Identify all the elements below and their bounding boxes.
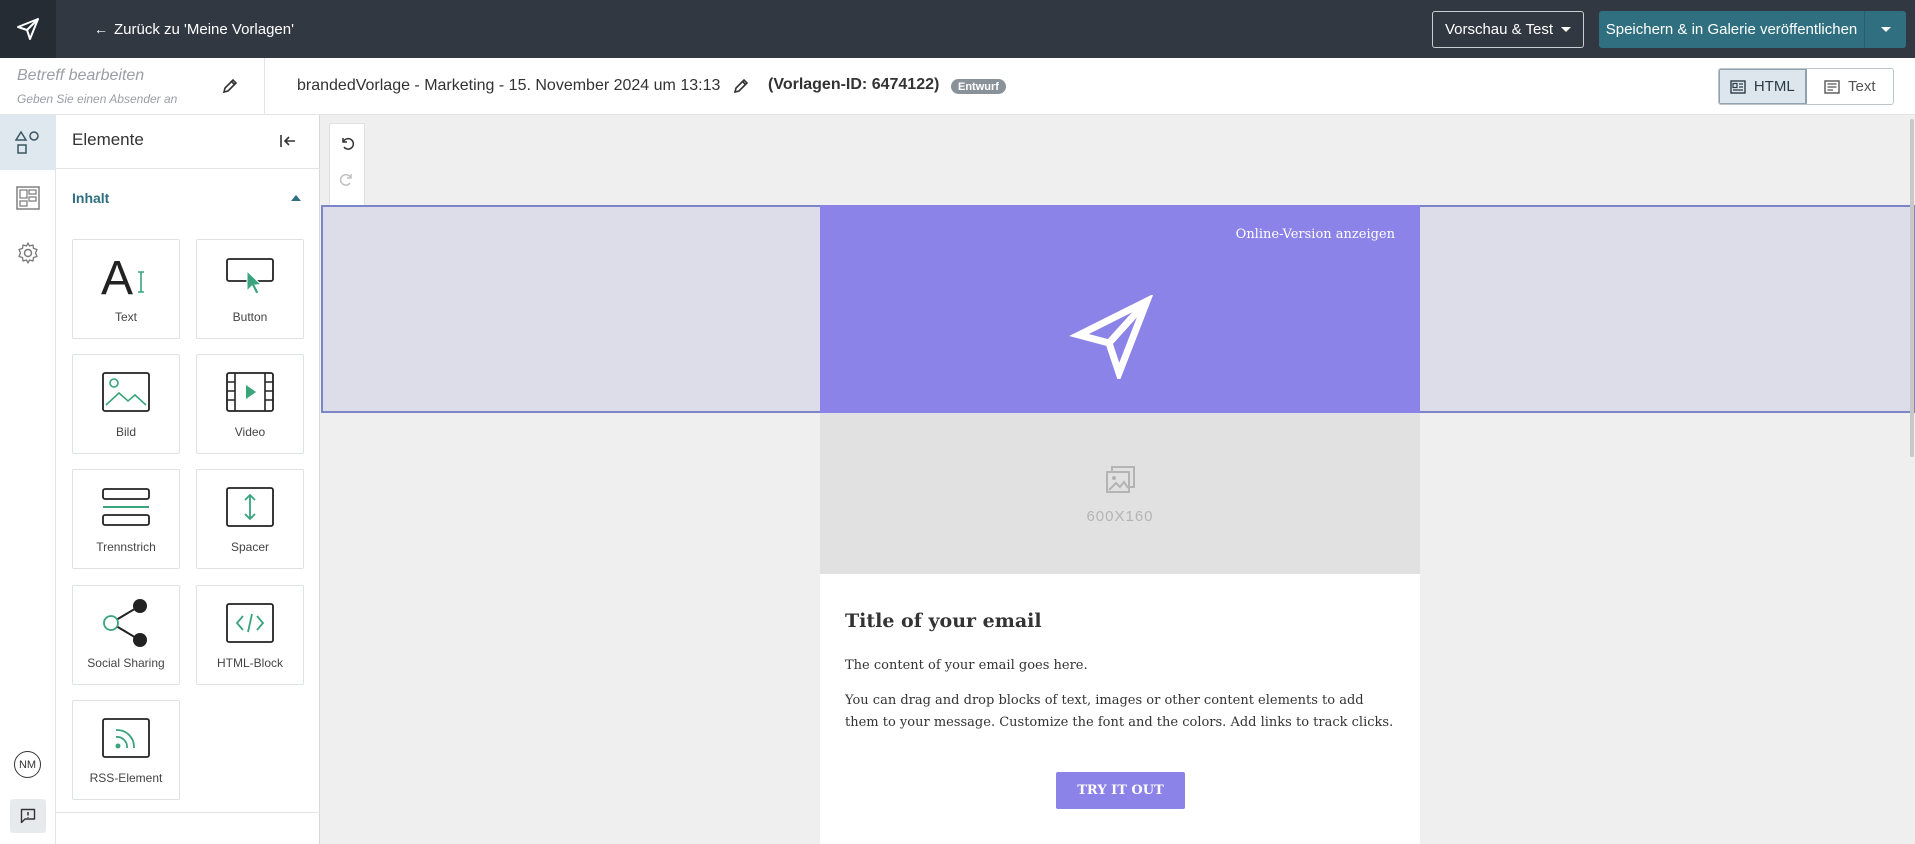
rail-item-elements[interactable] <box>0 115 56 170</box>
button-icon <box>197 248 303 306</box>
collapse-left-icon <box>280 135 295 147</box>
tile-label: Trennstrich <box>96 540 156 554</box>
elements-icon <box>15 130 39 154</box>
mode-text-label: Text <box>1847 78 1876 95</box>
layout-blocks-icon <box>16 185 40 210</box>
pencil-icon <box>222 78 238 94</box>
elements-panel: Elemente Inhalt A Text Button Bild Video <box>56 115 320 844</box>
rss-icon <box>73 709 179 767</box>
tile-label: Bild <box>115 425 136 439</box>
canvas-scrollbar[interactable] <box>1910 119 1914 457</box>
online-version-link[interactable]: Online-Version anzeigen <box>1236 227 1395 242</box>
code-icon <box>197 594 303 652</box>
top-bar: ← Zurück zu 'Meine Vorlagen' Vorschau & … <box>0 0 1915 58</box>
redo-button[interactable] <box>330 162 364 196</box>
editor-mode-toggle: HTML Text <box>1718 68 1894 105</box>
tile-label: HTML-Block <box>216 656 283 670</box>
email-content-block[interactable]: Title of your email The content of your … <box>820 574 1420 844</box>
paper-plane-icon <box>1069 295 1153 379</box>
back-link-label: Zurück zu 'Meine Vorlagen' <box>114 20 294 38</box>
image-icon <box>73 363 179 421</box>
tile-label: RSS-Element <box>89 771 163 785</box>
template-id: (Vorlagen-ID: 6474122) <box>768 76 940 93</box>
tile-label: Spacer <box>230 540 270 554</box>
caret-up-icon <box>291 195 301 201</box>
back-to-templates-link[interactable]: ← Zurück zu 'Meine Vorlagen' <box>94 0 294 58</box>
feedback-button[interactable] <box>10 799 46 833</box>
panel-title: Elemente <box>72 130 144 149</box>
tile-label: Video <box>234 425 266 439</box>
divider-icon <box>73 478 179 536</box>
subject-sender[interactable]: Geben Sie einen Absender an <box>17 92 177 106</box>
save-options-dropdown[interactable] <box>1864 11 1906 48</box>
tile-text[interactable]: A Text <box>72 239 180 339</box>
avatar[interactable]: NM <box>14 751 41 778</box>
image-placeholder[interactable]: 600X160 <box>820 413 1420 574</box>
tile-social-sharing[interactable]: Social Sharing <box>72 585 180 685</box>
email-title: Title of your email <box>845 610 1042 632</box>
app-logo[interactable] <box>0 0 56 58</box>
tile-video[interactable]: Video <box>196 354 304 454</box>
mode-html-label: HTML <box>1753 78 1795 95</box>
mode-html-button[interactable]: HTML <box>1719 69 1807 104</box>
email-header-block[interactable]: Online-Version anzeigen <box>820 205 1420 413</box>
rail-item-blocks[interactable] <box>0 170 56 225</box>
undo-button[interactable] <box>330 126 364 160</box>
section-inhalt-toggle[interactable]: Inhalt <box>72 187 304 209</box>
save-publish-button[interactable]: Speichern & in Galerie veröffentlichen <box>1599 11 1864 48</box>
preview-test-label: Vorschau & Test <box>1444 21 1554 38</box>
panel-separator <box>56 168 320 169</box>
text-mode-icon <box>1824 79 1840 94</box>
tile-label: Text <box>114 310 137 324</box>
html-mode-icon <box>1730 79 1746 94</box>
arrow-left-icon: ← <box>94 21 108 37</box>
redo-icon <box>339 173 352 186</box>
subheader-divider <box>264 58 265 115</box>
svg-text:A: A <box>101 252 133 302</box>
subject-title[interactable]: Betreff bearbeiten <box>17 67 144 85</box>
rail-item-settings[interactable] <box>0 225 56 280</box>
undo-icon <box>342 137 355 150</box>
tile-label: Button <box>232 310 268 324</box>
panel-separator <box>56 812 320 813</box>
tile-divider[interactable]: Trennstrich <box>72 469 180 569</box>
tile-label: Social Sharing <box>87 656 165 670</box>
image-placeholder-icon <box>1106 466 1135 493</box>
tile-html-block[interactable]: HTML-Block <box>196 585 304 685</box>
mode-text-button[interactable]: Text <box>1807 69 1894 104</box>
tile-button[interactable]: Button <box>196 239 304 339</box>
preview-test-button[interactable]: Vorschau & Test <box>1432 11 1584 48</box>
email-canvas: Online-Version anzeigen 600X160 Title of… <box>321 115 1915 844</box>
text-icon: A <box>73 248 179 306</box>
spacer-icon <box>197 478 303 536</box>
settings-icon <box>18 241 38 264</box>
template-subheader: Betreff bearbeiten Geben Sie einen Absen… <box>0 58 1915 115</box>
edit-template-name-button[interactable] <box>730 75 752 97</box>
feedback-icon <box>20 808 36 824</box>
share-icon <box>73 594 179 652</box>
left-rail: NM <box>0 115 56 844</box>
save-publish-label: Speichern & in Galerie veröffentlichen <box>1605 21 1858 38</box>
email-paragraph: You can drag and drop blocks of text, im… <box>845 693 1394 730</box>
tile-image[interactable]: Bild <box>72 354 180 454</box>
tile-rss[interactable]: RSS-Element <box>72 700 180 800</box>
edit-subject-button[interactable] <box>219 75 241 97</box>
status-badge: Entwurf <box>951 79 1006 94</box>
email-paragraph: The content of your email goes here. <box>845 658 1088 673</box>
cta-button[interactable]: TRY IT OUT <box>1056 772 1185 809</box>
collapse-panel-button[interactable] <box>274 127 302 155</box>
image-placeholder-size: 600X160 <box>1086 508 1154 525</box>
tile-spacer[interactable]: Spacer <box>196 469 304 569</box>
pencil-icon <box>733 78 749 94</box>
video-icon <box>197 363 303 421</box>
caret-down-icon <box>1561 27 1572 32</box>
paper-plane-icon <box>17 18 39 40</box>
template-name: brandedVorlage - Marketing - 15. Novembe… <box>297 77 721 94</box>
section-inhalt-label: Inhalt <box>72 190 110 206</box>
caret-down-icon <box>1880 27 1891 32</box>
